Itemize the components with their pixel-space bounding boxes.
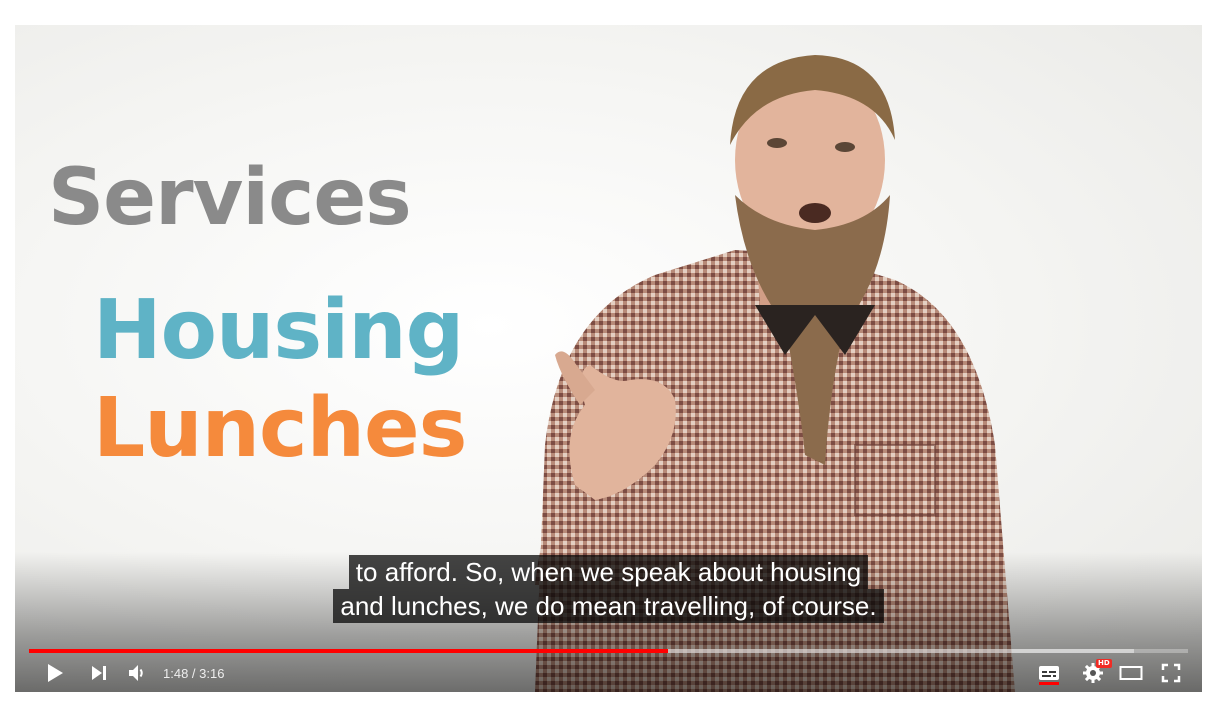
next-icon <box>92 666 106 680</box>
settings-button[interactable]: HD <box>1075 655 1112 691</box>
control-bar: 1:48 / 3:16 HD <box>15 655 1202 691</box>
time-display: 1:48 / 3:16 <box>163 665 225 681</box>
caption-line-2: and lunches, we do mean travelling, of c… <box>333 589 884 623</box>
theater-mode-button[interactable] <box>1113 655 1149 691</box>
captions-window[interactable]: to afford. So, when we speak about housi… <box>15 555 1202 623</box>
fullscreen-button[interactable] <box>1153 655 1189 691</box>
volume-button[interactable] <box>119 655 155 691</box>
fullscreen-icon <box>1161 663 1181 683</box>
progress-bar[interactable] <box>29 649 1188 653</box>
captions-active-indicator <box>1039 682 1059 685</box>
play-button[interactable] <box>37 655 73 691</box>
page: Services Housing Lunches to afford. So, … <box>0 0 1222 716</box>
hd-badge: HD <box>1096 659 1112 668</box>
subtitles-button[interactable] <box>1031 655 1067 691</box>
video-player[interactable]: Services Housing Lunches to afford. So, … <box>15 25 1202 692</box>
theater-mode-icon <box>1119 666 1143 680</box>
play-icon <box>48 664 63 682</box>
volume-icon <box>129 665 143 681</box>
caption-line-1: to afford. So, when we speak about housi… <box>348 555 869 589</box>
overlay-word-services: Services <box>48 153 412 243</box>
captions-icon <box>1039 666 1059 680</box>
overlay-word-lunches: Lunches <box>93 381 467 476</box>
next-button[interactable] <box>81 655 117 691</box>
progress-played <box>29 649 668 653</box>
overlay-word-housing: Housing <box>93 283 464 378</box>
